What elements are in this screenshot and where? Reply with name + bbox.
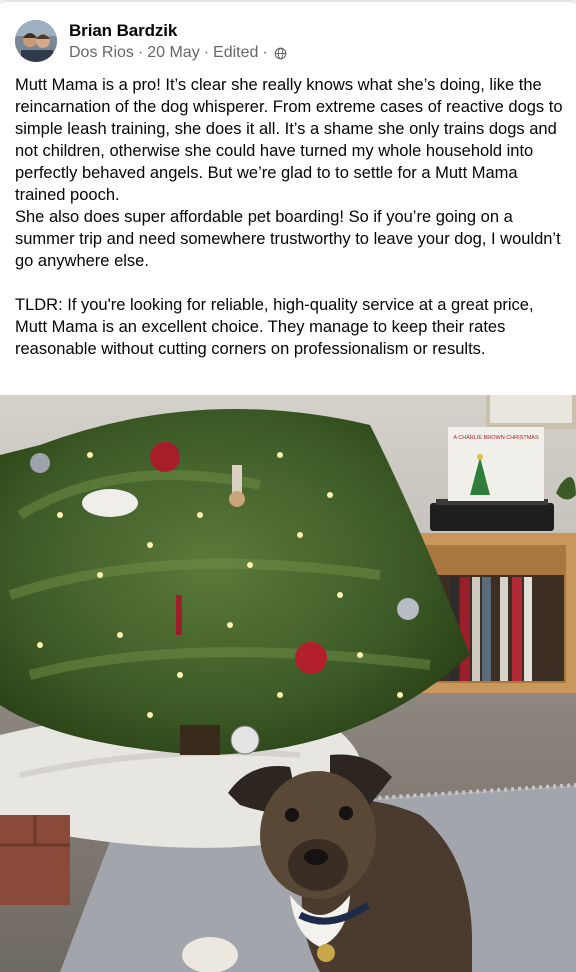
author-name[interactable]: Brian Bardzik — [69, 20, 177, 42]
record-cover-title: A CHARLIE BROWN CHRISTMAS — [453, 435, 539, 441]
meta-separator: · — [137, 44, 144, 61]
post-paragraph: Mutt Mama is a pro! It’s clear she reall… — [15, 76, 563, 204]
post-paragraph: TLDR: If you're looking for reliable, hi… — [15, 296, 534, 358]
meta-separator: · — [203, 44, 210, 61]
post-paragraph: She also does super affordable pet board… — [15, 208, 561, 270]
globe-icon[interactable] — [274, 47, 287, 60]
post-body: Mutt Mama is a pro! It’s clear she reall… — [15, 74, 563, 360]
post-meta: Dos Rios · 20 May · Edited · — [69, 43, 287, 63]
post-location[interactable]: Dos Rios — [69, 43, 134, 63]
post-card: Brian Bardzik Dos Rios · 20 May · Edited… — [0, 0, 576, 972]
post-date[interactable]: 20 May — [147, 43, 199, 63]
post-photo[interactable]: A CHARLIE BROWN CHRISTMAS — [0, 395, 576, 972]
edited-label[interactable]: Edited — [213, 43, 258, 63]
avatar[interactable] — [15, 20, 57, 62]
post-header: Brian Bardzik Dos Rios · 20 May · Edited… — [15, 20, 555, 64]
meta-separator: · — [262, 44, 268, 61]
